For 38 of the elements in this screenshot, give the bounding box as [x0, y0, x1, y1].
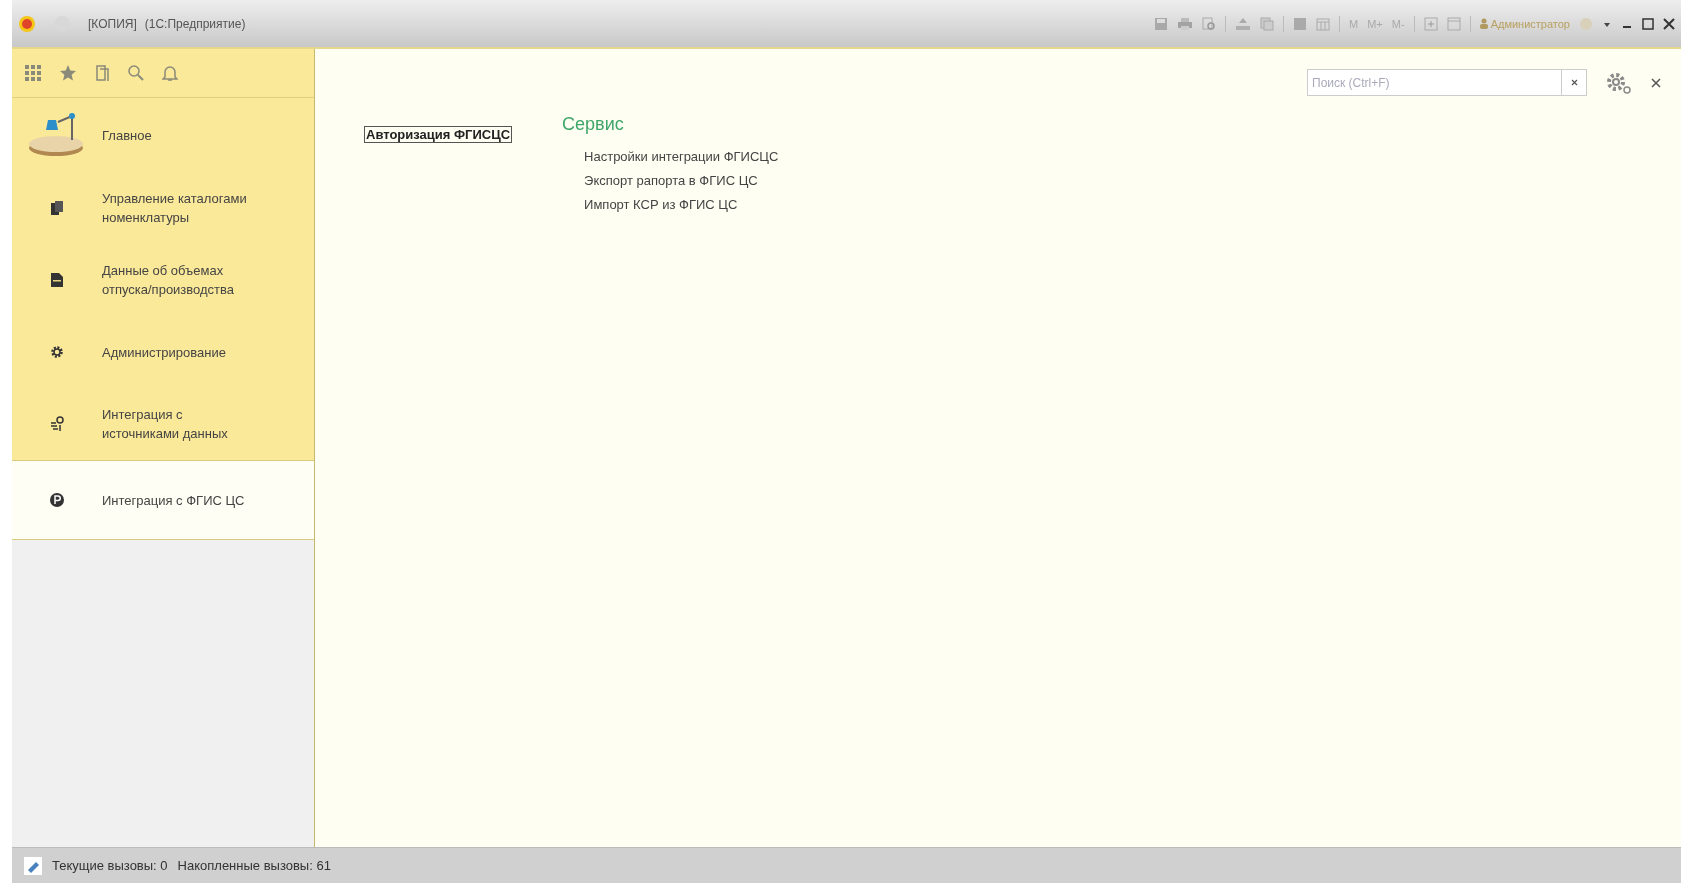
preview-icon[interactable]	[1202, 16, 1217, 31]
window-icon[interactable]	[1446, 16, 1461, 31]
desk-lamp-icon	[28, 112, 86, 158]
window-title: [КОПИЯ]	[88, 16, 137, 31]
save-icon[interactable]	[1154, 16, 1169, 31]
app-name: (1С:Предприятие)	[144, 16, 246, 31]
zoom-icon[interactable]	[1423, 16, 1438, 31]
upload-icon[interactable]	[1235, 16, 1252, 31]
command-link[interactable]: Настройки интеграции ФГИСЦС	[584, 149, 779, 164]
current-calls: Текущие вызовы: 0	[52, 858, 168, 873]
maximize-icon[interactable]	[1642, 17, 1654, 30]
star-icon[interactable]	[59, 64, 77, 82]
close-icon	[1570, 79, 1578, 86]
close-icon[interactable]	[1651, 77, 1661, 88]
app-logo-icon	[18, 14, 36, 33]
calendar-icon[interactable]	[1316, 16, 1331, 31]
clear-button[interactable]	[1561, 69, 1587, 96]
grid-menu-icon[interactable]	[24, 64, 42, 82]
gear-icon	[50, 345, 64, 359]
history-icon[interactable]	[94, 64, 110, 82]
print-icon[interactable]	[1177, 16, 1194, 31]
bell-icon[interactable]	[162, 64, 178, 82]
circle-p-icon	[50, 493, 64, 507]
document-icon	[51, 273, 63, 287]
books-icon	[51, 201, 63, 215]
sidebar-item[interactable]: Интеграция с ФГИС ЦС	[12, 460, 314, 540]
authorization-link[interactable]: Авторизация ФГИСЦС	[364, 126, 513, 143]
command-link[interactable]: Импорт КСР из ФГИС ЦС	[584, 197, 779, 212]
search-icon[interactable]	[127, 64, 145, 82]
command-link[interactable]: Экспорт рапорта в ФГИС ЦС	[584, 173, 779, 188]
search-field[interactable]: Поиск (Ctrl+F)	[1307, 69, 1561, 96]
settings-icon[interactable]	[1605, 70, 1633, 95]
accumulated-calls: Накопленные вызовы: 61	[177, 858, 331, 873]
user-icon	[1479, 18, 1488, 29]
close-icon[interactable]	[1663, 17, 1675, 30]
network-icon	[50, 416, 64, 432]
copy-icon[interactable]	[1260, 16, 1275, 31]
section-title: Сервис	[562, 114, 625, 135]
